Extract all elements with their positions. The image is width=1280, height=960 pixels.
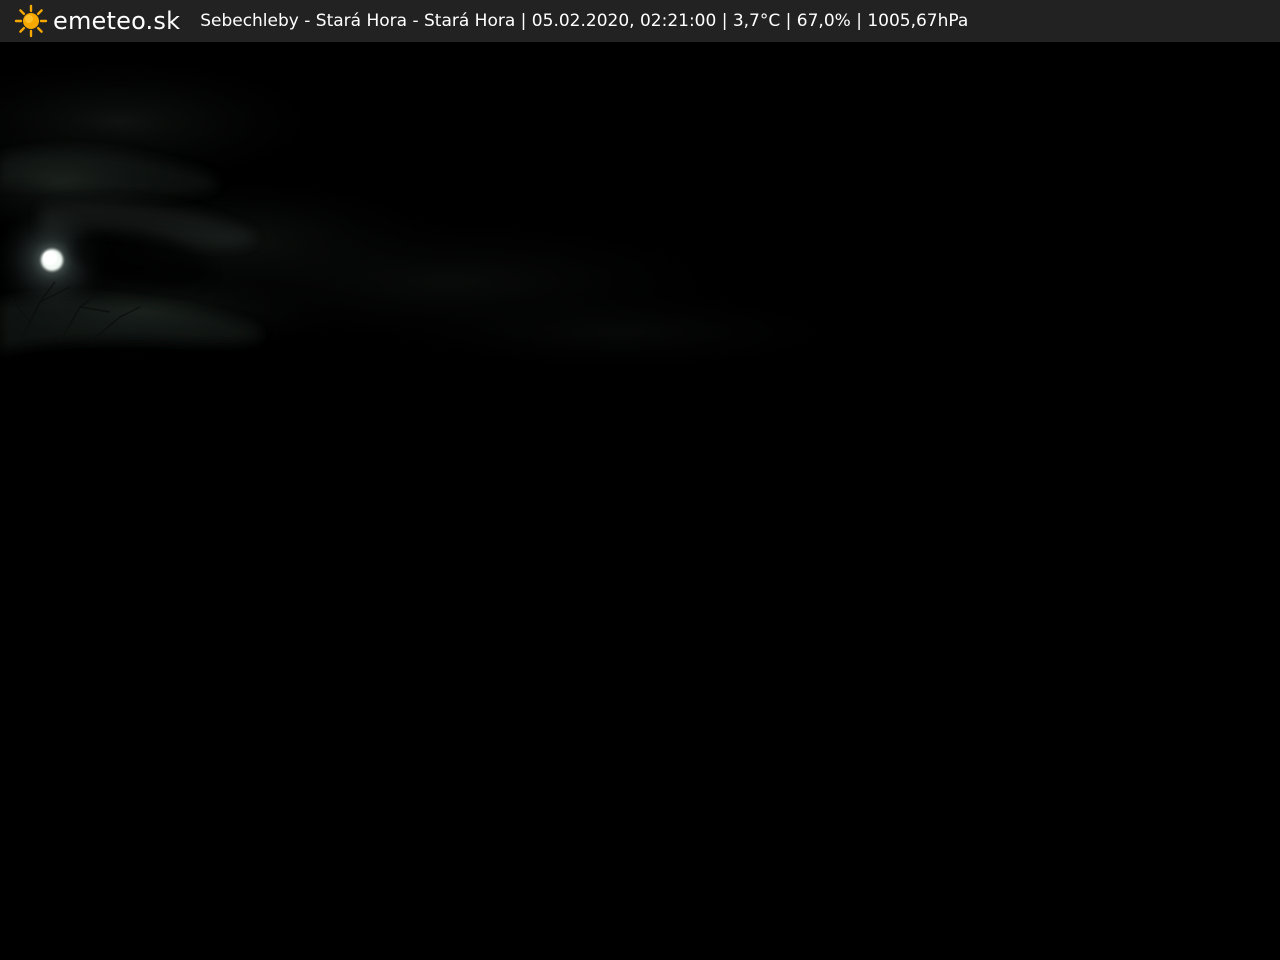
sun-icon [14,4,48,38]
webcam-image [0,42,1280,960]
station-caption: Sebechleby - Stará Hora - Stará Hora | 0… [200,11,969,31]
brand-name: emeteo.sk [53,7,181,35]
header-bar: emeteo.sk Sebechleby - Stará Hora - Star… [0,0,1280,42]
webcam-frame: emeteo.sk Sebechleby - Stará Hora - Star… [0,0,1280,960]
logo[interactable]: emeteo.sk [14,4,180,38]
